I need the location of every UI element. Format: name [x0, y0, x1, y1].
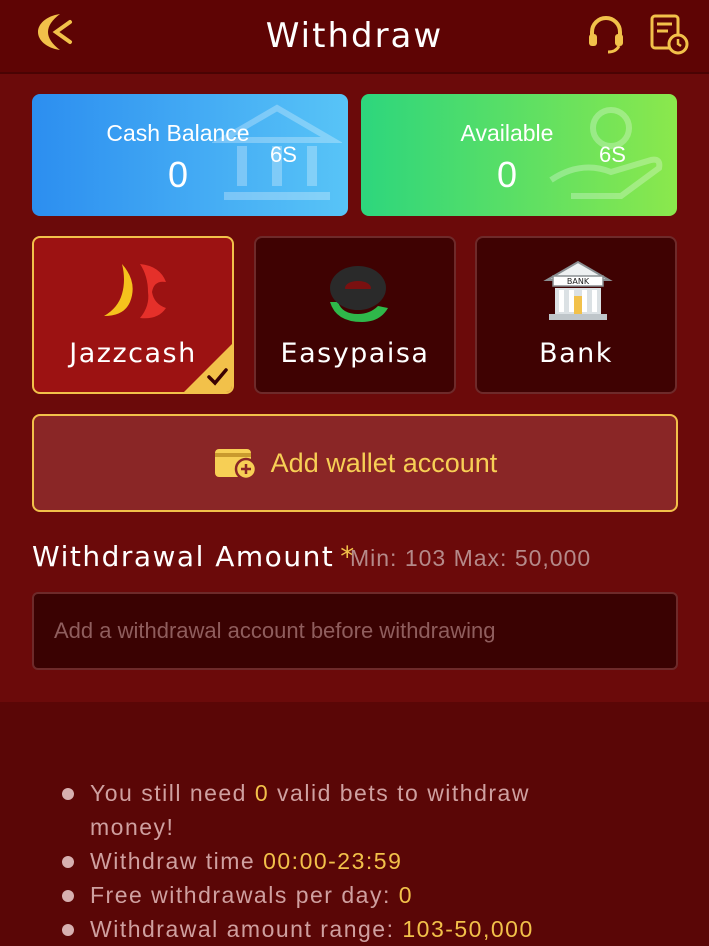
- amount-range-hint: Min: 103 Max: 50,000: [350, 545, 592, 571]
- method-label: Easypaisa: [280, 338, 430, 369]
- method-label: Bank: [539, 338, 613, 369]
- page-title: Withdraw: [265, 16, 444, 56]
- rule-highlight: 0: [254, 780, 270, 806]
- bullet-dot: [62, 890, 74, 902]
- rule-highlight: 00:00-23:59: [263, 848, 403, 874]
- withdraw-page: Withdraw Cash Balance 0 6S Available 0 6…: [0, 0, 709, 946]
- svg-text:BANK: BANK: [567, 277, 590, 286]
- headset-icon[interactable]: [584, 12, 628, 56]
- add-wallet-button[interactable]: Add wallet account: [32, 414, 678, 512]
- available-balance-card: Available 0 6S: [361, 94, 677, 216]
- available-unit: 6S: [599, 142, 626, 167]
- rule-highlight: 0: [398, 882, 414, 908]
- rule-free-withdrawals: Free withdrawals per day: 0: [62, 878, 610, 912]
- header-bar: Withdraw: [0, 0, 709, 72]
- method-bank[interactable]: BANK Bank: [475, 236, 677, 394]
- rule-text: Free withdrawals per day:: [90, 882, 399, 908]
- check-icon: [206, 366, 228, 388]
- jazzcash-icon: [100, 258, 170, 328]
- withdraw-rules: You still need 0 valid bets to withdraw …: [0, 712, 709, 946]
- bullet-dot: [62, 788, 74, 800]
- record-list-icon[interactable]: [646, 12, 690, 56]
- rule-amount-range: Withdrawal amount range: 103-50,000: [62, 912, 610, 946]
- withdrawal-amount-label: Withdrawal Amount: [32, 540, 335, 573]
- add-wallet-label: Add wallet account: [270, 447, 498, 478]
- withdrawal-amount-input[interactable]: [32, 592, 678, 670]
- bank-building-icon: BANK: [543, 258, 613, 328]
- cash-balance-card: Cash Balance 0 6S: [32, 94, 348, 216]
- cash-balance-unit: 6S: [270, 142, 297, 167]
- bullet-dot: [62, 856, 74, 868]
- easypaisa-icon: [322, 258, 392, 328]
- method-jazzcash[interactable]: Jazzcash: [32, 236, 234, 394]
- wallet-plus-icon: [213, 445, 259, 481]
- rule-text: Withdrawal amount range:: [90, 916, 403, 942]
- rule-text: You still need: [90, 780, 255, 806]
- rule-valid-bets: You still need 0 valid bets to withdraw …: [62, 776, 610, 844]
- rule-withdraw-time: Withdraw time 00:00-23:59: [62, 844, 610, 878]
- rule-text: Withdraw time: [90, 848, 264, 874]
- bullet-dot: [62, 924, 74, 936]
- withdrawal-amount-title: Withdrawal Amount *: [32, 540, 356, 573]
- back-arrow-icon[interactable]: [30, 10, 74, 54]
- method-easypaisa[interactable]: Easypaisa: [254, 236, 456, 394]
- rule-highlight: 103-50,000: [402, 916, 534, 942]
